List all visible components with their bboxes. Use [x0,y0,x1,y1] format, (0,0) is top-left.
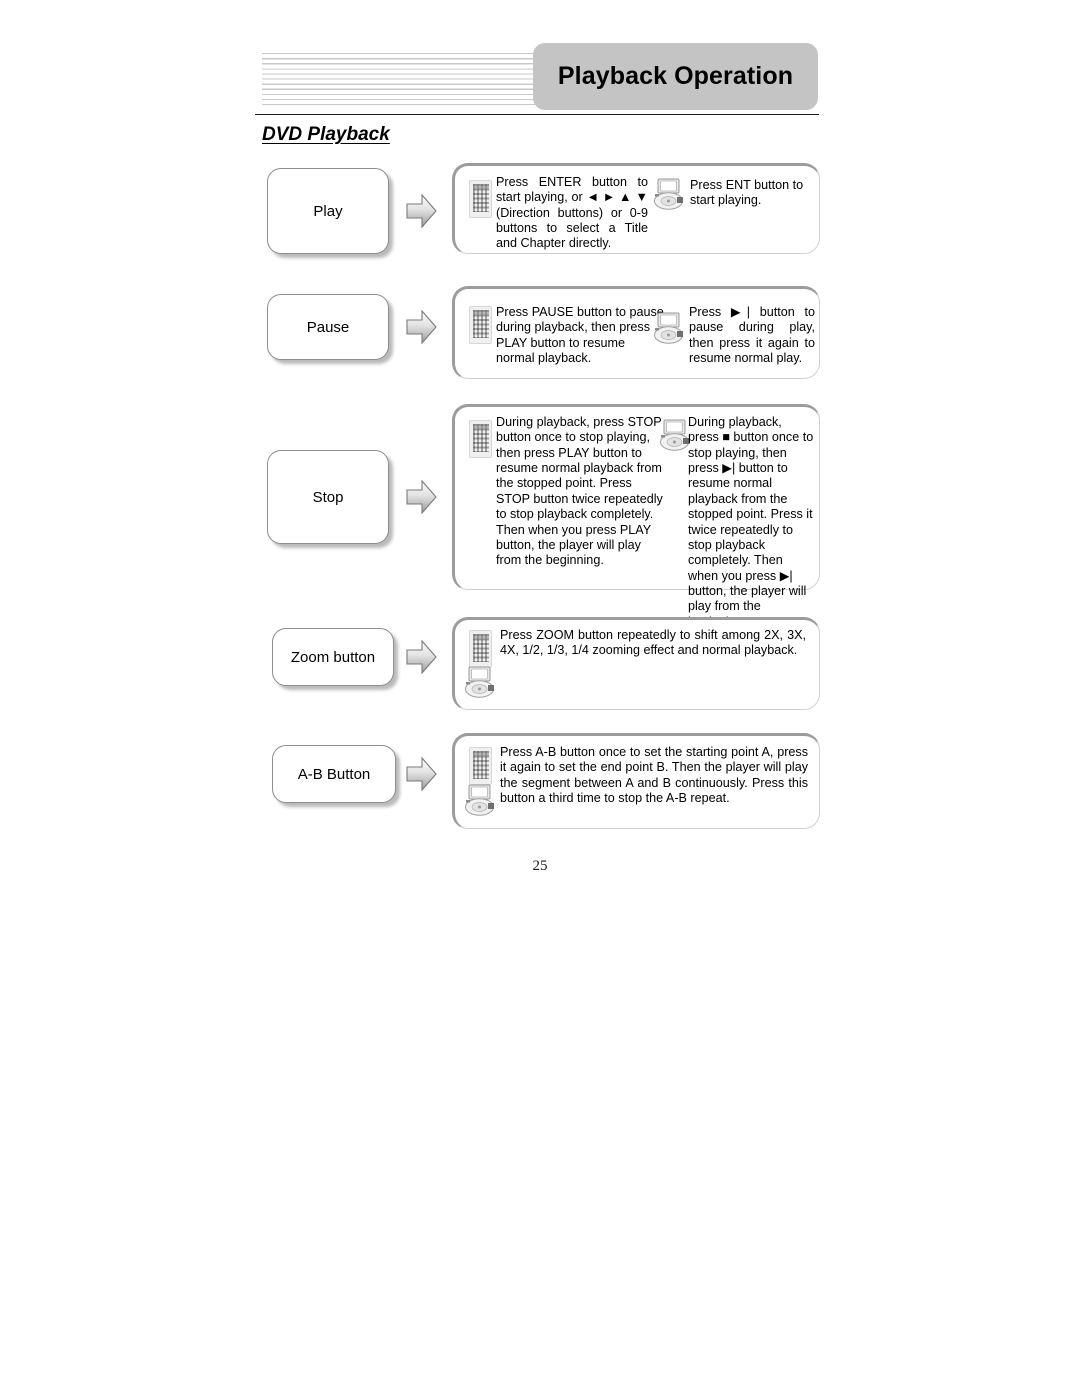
remote-control-icon [469,180,492,218]
panel-stop-remote-text: During playback, press STOP button once … [496,415,663,568]
page-header: Playback Operation [0,0,1080,125]
page-number: 25 [532,858,548,874]
remote-control-icon [469,747,492,785]
stripe-decoration-icon-overlay [262,53,540,106]
step-label-pause: Pause [267,294,389,360]
remote-control-icon [469,420,492,458]
panel-zoom-button: Press ZOOM button repeatedly to shift am… [452,617,820,710]
panel-play-remote-text: Press ENTER button to start playing, or … [496,175,648,251]
right-block-arrow-icon [405,638,439,676]
panel-stop-player-text: During playback, press ■ button once to … [688,415,814,629]
page-title: Playback Operation [557,62,794,90]
header-divider [255,114,819,115]
panel-stop: During playback, press STOP button once … [452,404,820,629]
panel-pause-player-text: Press ▶| button to pause during play, th… [689,305,815,366]
right-block-arrow-icon [405,755,439,793]
panel-pause: Press PAUSE button to pause during playb… [452,286,820,379]
right-block-arrow-icon [405,308,439,346]
dvd-player-icon [658,419,692,451]
section-heading: DVD Playback [262,124,390,145]
dvd-player-icon [652,178,686,210]
panel-ab-button-text: Press A-B button once to set the startin… [500,745,808,806]
panel-ab-button: Press A-B button once to set the startin… [452,733,820,829]
step-label-ab-button: A-B Button [272,745,396,803]
remote-control-icon [469,630,492,668]
right-block-arrow-icon [405,478,439,516]
panel-zoom-button-text: Press ZOOM button repeatedly to shift am… [500,628,806,658]
remote-control-icon [469,306,492,344]
step-label-zoom-button: Zoom button [272,628,394,686]
header-title-box: Playback Operation [533,43,818,110]
panel-play: Press ENTER button to start playing, or … [452,163,820,254]
step-label-stop: Stop [267,450,389,544]
step-label-play: Play [267,168,389,254]
panel-pause-remote-text: Press PAUSE button to pause during playb… [496,305,664,366]
dvd-player-icon [652,312,686,344]
right-block-arrow-icon [405,192,439,230]
dvd-player-icon [463,784,497,816]
dvd-player-icon [463,666,497,698]
panel-play-player-text: Press ENT button to start playing. [690,178,804,208]
